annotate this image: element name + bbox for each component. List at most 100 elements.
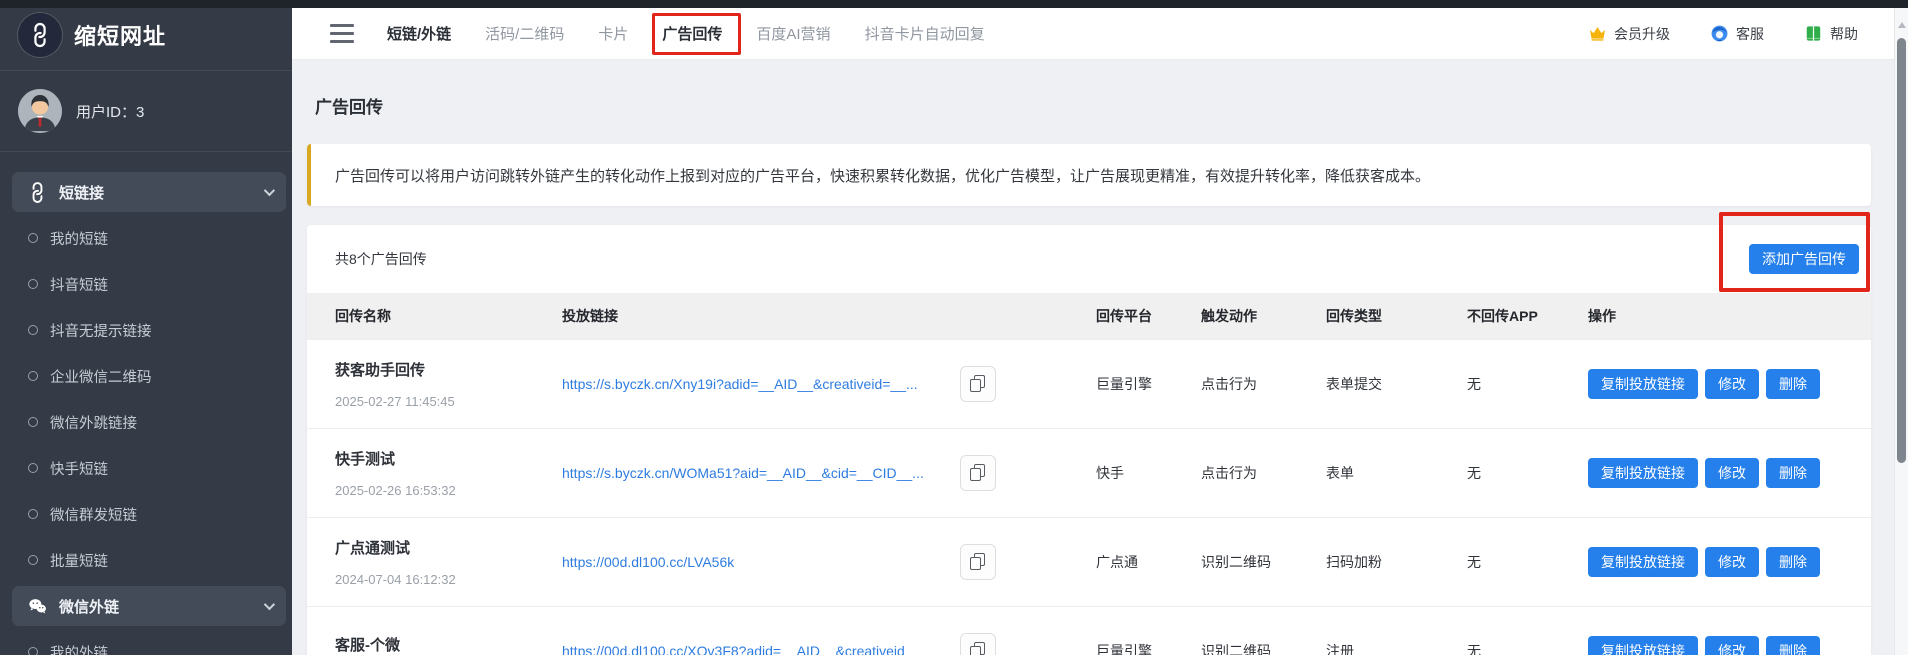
table-row: 快手测试2025-02-26 16:53:32 https://s.byczk.… — [307, 428, 1871, 517]
customer-service-label: 客服 — [1736, 24, 1764, 44]
help-link[interactable]: 帮助 — [1804, 24, 1858, 44]
tab-livecode-qrcode[interactable]: 活码/二维码 — [485, 23, 564, 44]
tab-baidu-ai-marketing[interactable]: 百度AI营销 — [756, 23, 830, 44]
scrollbar-thumb[interactable] — [1897, 38, 1906, 463]
app-root: 缩短网址 用户ID：3 短链接 — [0, 0, 1908, 655]
sidebar-item-my-shortlinks[interactable]: 我的短链 — [0, 215, 292, 261]
delete-button[interactable]: 删除 — [1766, 547, 1820, 577]
circle-bullet-icon — [28, 463, 38, 473]
customer-service-link[interactable]: 客服 — [1710, 24, 1764, 44]
sidebar-item-label: 快手短链 — [50, 458, 108, 479]
circle-bullet-icon — [28, 509, 38, 519]
chevron-down-icon — [264, 599, 275, 610]
sidebar-item-douyin-shortlink[interactable]: 抖音短链 — [0, 261, 292, 307]
help-label: 帮助 — [1830, 24, 1858, 44]
tracking-link[interactable]: https://00d.dl100.cc/XOv3F8?adid=__AID__… — [562, 643, 905, 655]
copy-link-button[interactable] — [960, 366, 996, 402]
sidebar-item-wecom-qrcode[interactable]: 企业微信二维码 — [0, 353, 292, 399]
user-info: 用户ID：3 — [0, 71, 292, 152]
wechat-icon — [28, 597, 47, 616]
copy-link-button[interactable] — [960, 633, 996, 655]
callback-platform: 巨量引擎 — [1096, 340, 1201, 428]
col-header-type: 回传类型 — [1326, 306, 1467, 326]
add-callback-button[interactable]: 添加广告回传 — [1749, 244, 1859, 274]
callback-date: 2025-02-26 16:53:32 — [335, 483, 456, 498]
edit-button[interactable]: 修改 — [1705, 636, 1759, 655]
col-header-link: 投放链接 — [562, 306, 1096, 326]
sidebar-item-wechat-outlink[interactable]: 微信外链 — [12, 586, 286, 626]
copy-tracking-link-button[interactable]: 复制投放链接 — [1588, 636, 1698, 655]
sidebar-item-douyin-noprompt[interactable]: 抖音无提示链接 — [0, 307, 292, 353]
delete-button[interactable]: 删除 — [1766, 369, 1820, 399]
table-row: 广点通测试2024-07-04 16:12:32 https://00d.dl1… — [307, 517, 1871, 606]
crown-icon — [1588, 24, 1607, 43]
callback-trigger: 点击行为 — [1201, 340, 1326, 428]
col-header-name: 回传名称 — [335, 306, 562, 326]
col-header-trigger: 触发动作 — [1201, 306, 1326, 326]
sidebar-item-wechat-group-shortlink[interactable]: 微信群发短链 — [0, 491, 292, 537]
copy-tracking-link-button[interactable]: 复制投放链接 — [1588, 547, 1698, 577]
sidebar: 缩短网址 用户ID：3 短链接 — [0, 0, 292, 655]
main-panel: 广告回传 广告回传可以将用户访问跳转外链产生的转化动作上报到对应的广告平台，快速… — [292, 93, 1908, 655]
member-upgrade-link[interactable]: 会员升级 — [1588, 24, 1670, 44]
sidebar-item-label: 抖音短链 — [50, 274, 108, 295]
navbar-links: 会员升级 客服 帮助 — [1588, 24, 1858, 44]
tab-card[interactable]: 卡片 — [598, 23, 628, 44]
app-logo[interactable]: 缩短网址 — [0, 0, 292, 71]
callback-table-card: 共8个广告回传 添加广告回传 回传名称 投放链接 回传平台 触发动作 回传类型 … — [307, 225, 1871, 655]
sidebar-item-my-outlinks[interactable]: 我的外链 — [0, 629, 292, 655]
callback-trigger: 识别二维码 — [1201, 518, 1326, 606]
callback-date: 2025-02-27 11:45:45 — [335, 394, 455, 409]
tracking-link[interactable]: https://00d.dl100.cc/LVA56k — [562, 554, 734, 570]
sidebar-item-shortlink[interactable]: 短链接 — [12, 172, 286, 212]
avatar — [18, 89, 62, 133]
circle-bullet-icon — [28, 279, 38, 289]
delete-button[interactable]: 删除 — [1766, 636, 1820, 655]
window-top-strip — [0, 0, 1908, 8]
copy-tracking-link-button[interactable]: 复制投放链接 — [1588, 369, 1698, 399]
sidebar-item-batch-shortlink[interactable]: 批量短链 — [0, 537, 292, 583]
callback-date: 2024-07-04 16:12:32 — [335, 572, 456, 587]
content-area: 短链/外链 活码/二维码 卡片 广告回传 百度AI营销 抖音卡片自动回复 会员升… — [292, 0, 1908, 655]
sidebar-menu: 短链接 我的短链 抖音短链 抖音无提示链接 企业微信二维码 微信外跳链接 快手短… — [0, 172, 292, 655]
callback-platform: 快手 — [1096, 429, 1201, 517]
sidebar-item-wechat-jumplink[interactable]: 微信外跳链接 — [0, 399, 292, 445]
tracking-link[interactable]: https://s.byczk.cn/Xny19i?adid=__AID__&c… — [562, 376, 918, 392]
circle-bullet-icon — [28, 325, 38, 335]
sidebar-item-kuaishou-shortlink[interactable]: 快手短链 — [0, 445, 292, 491]
circle-bullet-icon — [28, 647, 38, 655]
callback-platform: 巨量引擎 — [1096, 607, 1201, 655]
edit-button[interactable]: 修改 — [1705, 547, 1759, 577]
tab-ad-callback[interactable]: 广告回传 — [662, 23, 722, 44]
copy-link-button[interactable] — [960, 544, 996, 580]
copy-link-button[interactable] — [960, 455, 996, 491]
delete-button[interactable]: 删除 — [1766, 458, 1820, 488]
edit-button[interactable]: 修改 — [1705, 369, 1759, 399]
callback-type: 表单提交 — [1326, 340, 1467, 428]
callback-name: 客服-个微 — [335, 634, 400, 655]
table-header-row: 回传名称 投放链接 回传平台 触发动作 回传类型 不回传APP 操作 — [307, 293, 1871, 339]
sidebar-item-label: 微信群发短链 — [50, 504, 137, 525]
scroll-up-arrow-icon[interactable] — [1898, 22, 1906, 28]
edit-button[interactable]: 修改 — [1705, 458, 1759, 488]
vertical-scrollbar[interactable] — [1894, 8, 1908, 655]
hamburger-menu-icon[interactable] — [330, 24, 354, 43]
tab-douyin-card-autoreply[interactable]: 抖音卡片自动回复 — [865, 23, 985, 44]
copy-icon — [971, 554, 985, 570]
sidebar-section-label: 微信外链 — [59, 596, 119, 617]
callback-platform: 广点通 — [1096, 518, 1201, 606]
sidebar-item-label: 企业微信二维码 — [50, 366, 152, 387]
sidebar-item-label: 我的外链 — [50, 642, 108, 655]
callback-type: 扫码加粉 — [1326, 518, 1467, 606]
support-icon — [1710, 24, 1729, 43]
sidebar-section-label: 短链接 — [59, 182, 104, 203]
tracking-link[interactable]: https://s.byczk.cn/WOMa51?aid=__AID__&ci… — [562, 465, 924, 481]
copy-icon — [971, 465, 985, 481]
circle-bullet-icon — [28, 417, 38, 427]
tab-shortlink-outlink[interactable]: 短链/外链 — [387, 23, 451, 44]
copy-icon — [971, 376, 985, 392]
page-title: 广告回传 — [315, 93, 1871, 118]
copy-tracking-link-button[interactable]: 复制投放链接 — [1588, 458, 1698, 488]
callback-no-app: 无 — [1467, 518, 1588, 606]
table-row: 客服-个微 https://00d.dl100.cc/XOv3F8?adid=_… — [307, 606, 1871, 655]
